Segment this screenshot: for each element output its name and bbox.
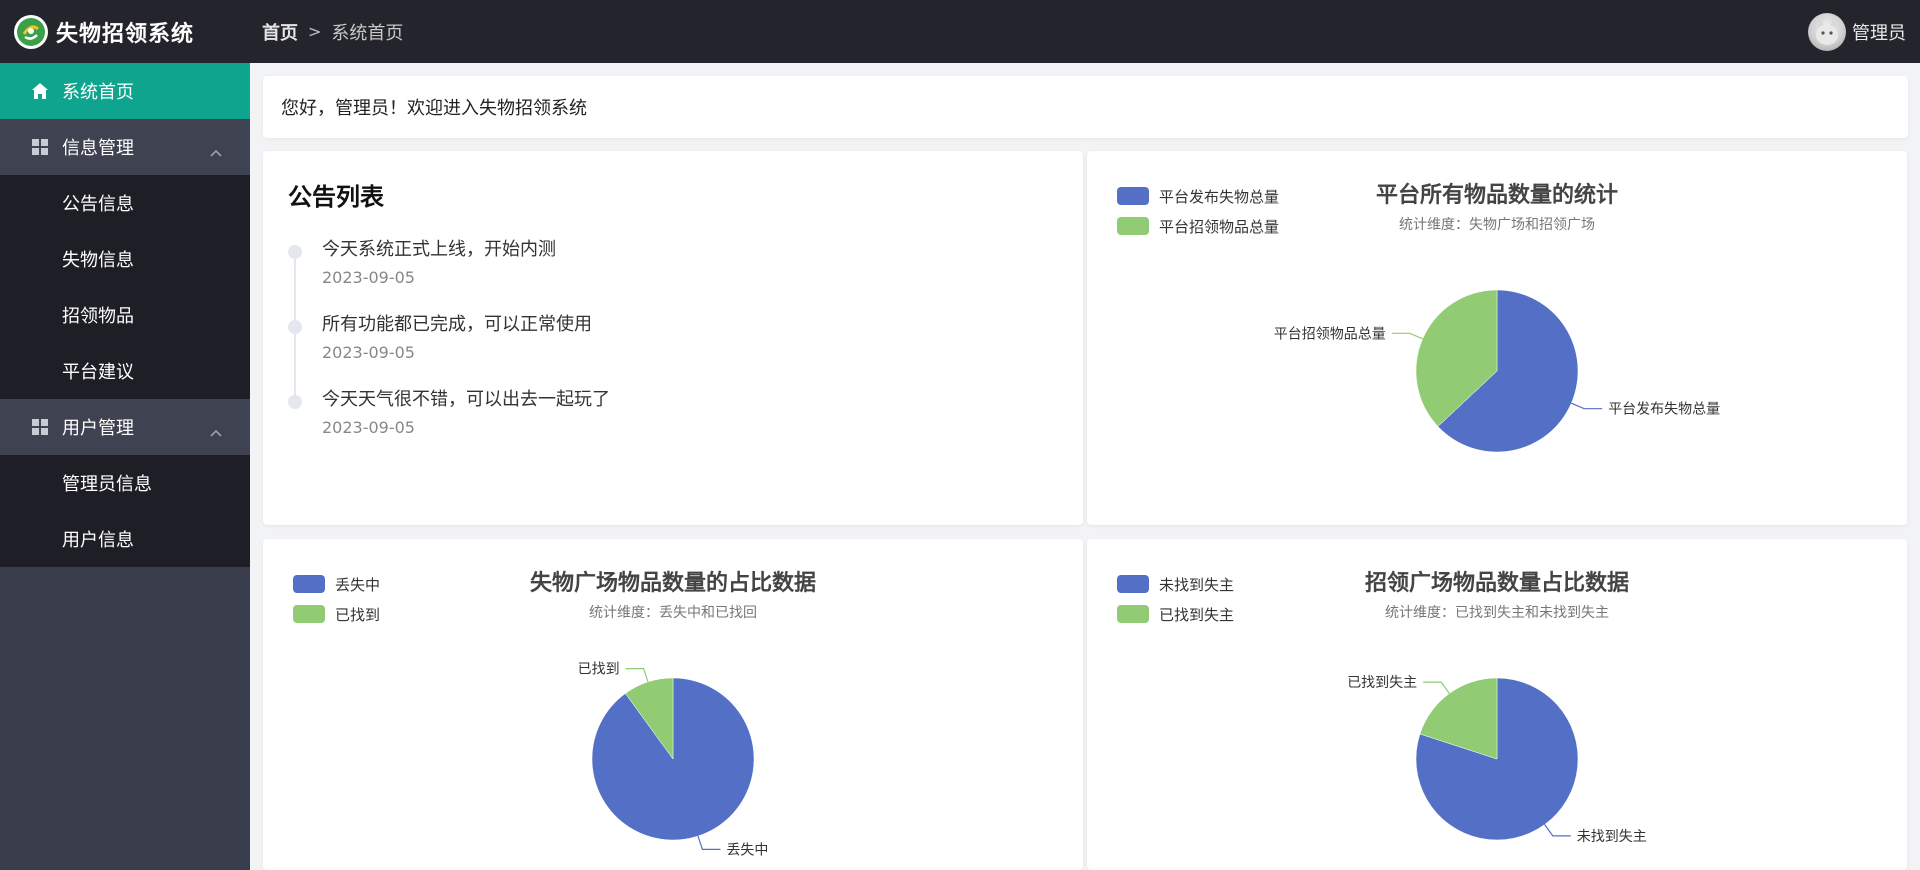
- app-title: 失物招领系统: [56, 21, 195, 47]
- sidebar-group-label: 用户管理: [62, 418, 134, 439]
- notice-timeline: 今天系统正式上线，开始内测 2023-09-05 所有功能都已完成，可以正常使用…: [288, 238, 1058, 463]
- grid-icon: [30, 137, 50, 157]
- pie-slice-label: 丢失中: [726, 842, 768, 858]
- chevron-up-icon[interactable]: [210, 141, 222, 162]
- pie-slice-label: 平台发布失物总量: [1608, 402, 1720, 418]
- chart-title: 平台所有物品数量的统计: [1375, 183, 1618, 208]
- top-header: 失物招领系统 首页 > 系统首页 管理员: [0, 0, 1920, 63]
- sidebar-group-label: 信息管理: [62, 138, 134, 159]
- chart-title: 失物广场物品数量的占比数据: [529, 571, 816, 596]
- pie-leader-line: [1423, 681, 1450, 694]
- notice-date: 2023-09-05: [322, 418, 415, 437]
- sidebar-item-label: 招领物品: [62, 306, 134, 327]
- pie-slice-label: 未找到失主: [1577, 829, 1647, 845]
- chart-card-lost: 丢失中 已找到 丢失中 已找到 失物广场物品数量的占比数据 统计维度：丢失中和已找…: [263, 539, 1083, 870]
- pie-leader-line: [1571, 402, 1603, 410]
- welcome-banner: 您好，管理员！欢迎进入失物招领系统: [263, 76, 1908, 138]
- breadcrumb-home-link[interactable]: 首页: [262, 19, 298, 45]
- timeline-dot: [288, 245, 302, 259]
- breadcrumb: 首页 > 系统首页: [262, 19, 403, 45]
- pie-slice-label: 平台招领物品总量: [1274, 326, 1386, 342]
- sidebar-item-dashboard[interactable]: 系统首页: [0, 63, 250, 119]
- breadcrumb-separator-icon: >: [308, 22, 322, 41]
- user-menu[interactable]: 管理员: [1808, 0, 1906, 63]
- notice-date: 2023-09-05: [322, 268, 415, 287]
- pie-slice-label: 已找到: [578, 662, 620, 678]
- list-item[interactable]: 今天天气很不错，可以出去一起玩了 2023-09-05: [288, 388, 1058, 463]
- list-item[interactable]: 今天系统正式上线，开始内测 2023-09-05: [288, 238, 1058, 313]
- grid-icon: [30, 417, 50, 437]
- sidebar-item-label: 平台建议: [62, 362, 134, 383]
- notice-date: 2023-09-05: [322, 343, 415, 362]
- pie-leader-line: [1544, 824, 1571, 837]
- pie-leader-line: [625, 668, 649, 683]
- sidebar-item-lost-items[interactable]: 失物信息: [0, 231, 250, 287]
- sidebar-item-label: 用户信息: [62, 530, 134, 551]
- pie-leader-line: [697, 835, 721, 850]
- user-name[interactable]: 管理员: [1852, 19, 1906, 45]
- sidebar: 系统首页 信息管理 公告信息 失物信息 招领物品 平台建议 用户管理 管理员信息…: [0, 63, 250, 870]
- chart-subtitle: 统计维度：失物广场和招领广场: [1399, 217, 1595, 233]
- timeline-dot: [288, 395, 302, 409]
- list-item[interactable]: 所有功能都已完成，可以正常使用 2023-09-05: [288, 313, 1058, 388]
- chart-subtitle: 统计维度：丢失中和已找回: [589, 605, 757, 621]
- notice-text: 今天天气很不错，可以出去一起玩了: [322, 389, 610, 410]
- sidebar-item-admins[interactable]: 管理员信息: [0, 455, 250, 511]
- sidebar-item-label: 公告信息: [62, 194, 134, 215]
- logo-icon: [14, 14, 48, 49]
- notice-text: 今天系统正式上线，开始内测: [322, 239, 556, 260]
- sidebar-item-label: 管理员信息: [62, 474, 152, 495]
- avatar[interactable]: [1808, 12, 1846, 51]
- breadcrumb-current: 系统首页: [331, 22, 404, 44]
- sidebar-item-suggestions[interactable]: 平台建议: [0, 343, 250, 399]
- notice-text: 所有功能都已完成，可以正常使用: [322, 314, 592, 335]
- chart-card-found: 未找到失主 已找到失主 未找到失主 已找到失主 招领广场物品数量占比数据 统计维度…: [1087, 539, 1907, 870]
- chevron-up-icon[interactable]: [210, 421, 222, 442]
- sidebar-group-users[interactable]: 用户管理: [0, 399, 250, 455]
- chart-title: 招领广场物品数量占比数据: [1364, 571, 1629, 596]
- chart-card-platform: 平台发布失物总量 平台招领物品总量 平台发布失物总量 平台招领物品总量 平台所有物…: [1087, 151, 1907, 525]
- chart-subtitle: 统计维度：已找到失主和未找到失主: [1385, 605, 1609, 621]
- welcome-text: 您好，管理员！欢迎进入失物招领系统: [281, 98, 587, 119]
- sidebar-item-users[interactable]: 用户信息: [0, 511, 250, 567]
- sidebar-group-info[interactable]: 信息管理: [0, 119, 250, 175]
- logo-area: 失物招领系统: [0, 0, 250, 63]
- timeline-dot: [288, 320, 302, 334]
- pie-leader-line: [1391, 332, 1423, 340]
- home-icon: [30, 81, 50, 101]
- sidebar-item-label: 系统首页: [62, 82, 134, 103]
- notice-card: 公告列表 今天系统正式上线，开始内测 2023-09-05 所有功能都已完成，可…: [263, 151, 1083, 525]
- notice-title: 公告列表: [288, 183, 384, 211]
- pie-slice-label: 已找到失主: [1347, 675, 1417, 691]
- sidebar-item-notices[interactable]: 公告信息: [0, 175, 250, 231]
- sidebar-item-label: 失物信息: [62, 250, 134, 271]
- sidebar-item-found-items[interactable]: 招领物品: [0, 287, 250, 343]
